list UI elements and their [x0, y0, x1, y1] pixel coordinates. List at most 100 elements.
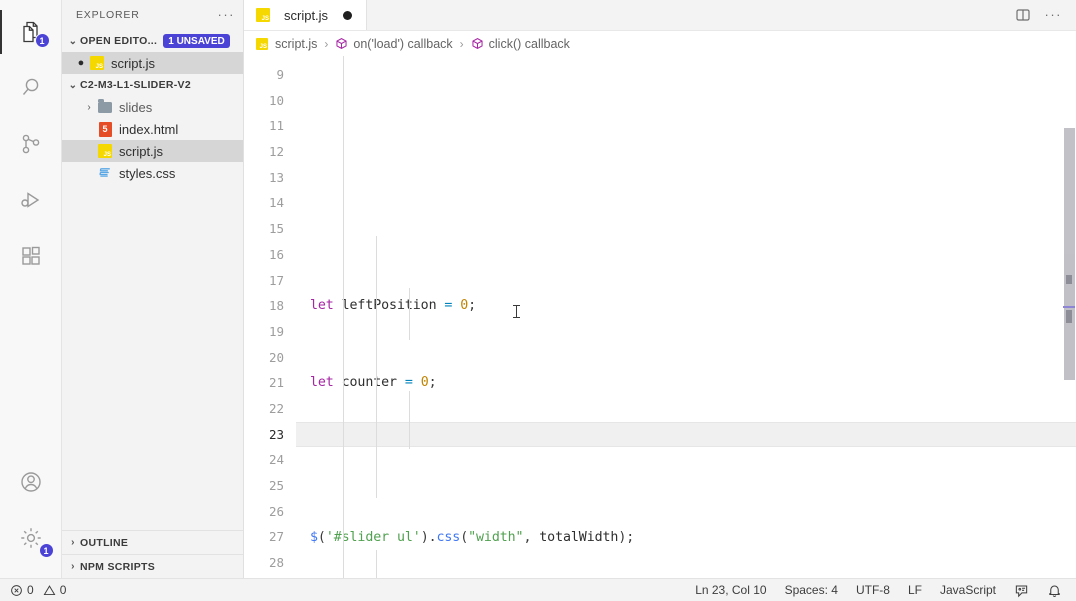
css-file-icon	[96, 165, 114, 181]
activity-bar-top: 1	[0, 4, 62, 284]
search-icon	[18, 75, 44, 101]
code-editor[interactable]: 9 10 11 12 13 14 15 16 17 18 19 20 21 22…	[244, 56, 1076, 578]
breadcrumb-item-click-callback[interactable]: click() callback	[471, 37, 570, 51]
activity-item-accounts[interactable]	[0, 454, 62, 510]
line-number-gutter: 9 10 11 12 13 14 15 16 17 18 19 20 21 22…	[244, 56, 296, 578]
mouse-text-cursor	[513, 305, 520, 318]
status-problems[interactable]: 0 0	[10, 583, 66, 597]
symbol-function-icon	[471, 37, 484, 50]
indent-guide	[376, 550, 377, 578]
tree-item-styles-css[interactable]: styles.css	[62, 162, 243, 184]
more-actions-icon[interactable]: ···	[1045, 8, 1063, 21]
extensions-icon	[18, 243, 44, 269]
js-file-icon	[254, 7, 272, 23]
status-bar-left: 0 0	[0, 583, 66, 597]
npm-scripts-label: NPM SCRIPTS	[80, 560, 156, 573]
line-number: 28	[268, 555, 284, 571]
section-npm-scripts[interactable]: › NPM SCRIPTS	[62, 554, 243, 578]
open-editor-label: script.js	[111, 55, 156, 71]
tree-item-label: index.html	[119, 121, 179, 137]
line-number: 19	[268, 323, 284, 339]
explorer-badge: 1	[34, 33, 50, 48]
tree-item-slides[interactable]: › slides	[62, 96, 243, 118]
line-number: 16	[268, 246, 284, 262]
bell-icon[interactable]	[1047, 583, 1062, 598]
outline-label: OUTLINE	[80, 536, 129, 549]
tree-item-script-js[interactable]: script.js	[62, 140, 243, 162]
status-bar-right: Ln 23, Col 10 Spaces: 4 UTF-8 LF JavaScr…	[695, 583, 1076, 598]
sidebar-title: EXPLORER	[76, 9, 140, 21]
sidebar-more-actions-icon[interactable]: ···	[218, 8, 236, 21]
line-number: 12	[268, 144, 284, 160]
editor-scrollbar-thumb[interactable]	[1063, 128, 1075, 380]
section-project-root[interactable]: ⌄ C2-M3-L1-SLIDER-V2	[62, 74, 243, 96]
line-number: 11	[268, 118, 284, 134]
scrollbar-cursor-mark	[1063, 306, 1075, 308]
section-open-editors[interactable]: ⌄ OPEN EDITO... 1 UNSAVED	[62, 30, 243, 52]
activity-bar: 1 1	[0, 0, 62, 578]
breadcrumb-item-on-load-callback[interactable]: on('load') callback	[335, 36, 453, 51]
line-number: 15	[268, 221, 284, 237]
status-eol[interactable]: LF	[908, 583, 922, 597]
line-number: 20	[268, 349, 284, 365]
activity-item-run-and-debug[interactable]	[0, 172, 62, 228]
editor-tab-actions: ···	[1000, 0, 1076, 30]
sidebar-bottom-sections: › OUTLINE › NPM SCRIPTS	[62, 530, 243, 578]
activity-item-source-control[interactable]	[0, 116, 62, 172]
line-number: 18	[268, 298, 284, 314]
project-root-label: C2-M3-L1-SLIDER-V2	[80, 79, 191, 91]
js-file-icon	[96, 143, 114, 159]
tree-item-label: slides	[119, 99, 153, 115]
split-editor-icon[interactable]	[1015, 7, 1031, 23]
unsaved-badge: 1 UNSAVED	[163, 34, 230, 48]
status-bar: 0 0 Ln 23, Col 10 Spaces: 4 UTF-8 LF Jav…	[0, 578, 1076, 601]
indent-guide	[409, 391, 410, 449]
editor-tabs: script.js ···	[244, 0, 1076, 31]
folder-icon	[96, 98, 114, 115]
indent-guide	[409, 288, 410, 340]
line-number: 9	[276, 67, 284, 82]
symbol-function-icon	[335, 37, 348, 50]
open-editor-item-script-js[interactable]: ● script.js	[62, 52, 243, 74]
chevron-right-icon: ›	[87, 101, 91, 113]
warning-icon	[43, 584, 56, 597]
editor-scrollbar[interactable]	[1062, 56, 1076, 578]
open-editors-label: OPEN EDITO...	[80, 35, 158, 47]
tree-item-index-html[interactable]: index.html	[62, 118, 243, 140]
activity-item-search[interactable]	[0, 60, 62, 116]
source-control-icon	[18, 131, 44, 157]
breadcrumb-label: click() callback	[488, 36, 570, 51]
line-number: 17	[268, 272, 284, 288]
line-number-current: 23	[268, 426, 284, 442]
section-outline[interactable]: › OUTLINE	[62, 530, 243, 554]
tab-script-js[interactable]: script.js	[244, 0, 367, 30]
breadcrumb-label: script.js	[275, 36, 318, 51]
activity-item-explorer[interactable]: 1	[0, 4, 62, 60]
activity-bar-bottom: 1	[0, 454, 62, 578]
error-icon	[10, 584, 23, 597]
status-encoding[interactable]: UTF-8	[856, 583, 890, 597]
explorer-sidebar: EXPLORER ··· ⌄ OPEN EDITO... 1 UNSAVED ●…	[62, 0, 244, 578]
tab-dirty-indicator-icon[interactable]	[343, 10, 353, 20]
feedback-smiley-icon[interactable]	[1014, 583, 1029, 598]
account-icon	[17, 468, 45, 496]
chevron-right-icon: ›	[71, 537, 75, 548]
js-file-icon	[88, 55, 106, 71]
activity-item-extensions[interactable]	[0, 228, 62, 284]
js-file-icon	[254, 36, 270, 52]
breadcrumb-item-file[interactable]: script.js	[254, 36, 317, 52]
html-file-icon	[96, 121, 114, 137]
status-indentation[interactable]: Spaces: 4	[785, 583, 838, 597]
breadcrumb-label: on('load') callback	[353, 36, 453, 51]
workbench: 1 1 EXPLORER ··· ⌄ OPEN EDITO... 1 UNSAV…	[0, 0, 1076, 578]
tree-item-label: styles.css	[119, 165, 176, 181]
line-number: 10	[268, 92, 284, 108]
line-number: 13	[268, 169, 284, 185]
code-content[interactable]: let leftPosition = 0; let counter = 0; $…	[296, 56, 1050, 578]
status-cursor-position[interactable]: Ln 23, Col 10	[695, 583, 766, 597]
status-language-mode[interactable]: JavaScript	[940, 583, 996, 597]
tree-item-label: script.js	[119, 143, 164, 159]
warning-count: 0	[59, 583, 67, 597]
activity-item-settings[interactable]: 1	[0, 510, 62, 566]
